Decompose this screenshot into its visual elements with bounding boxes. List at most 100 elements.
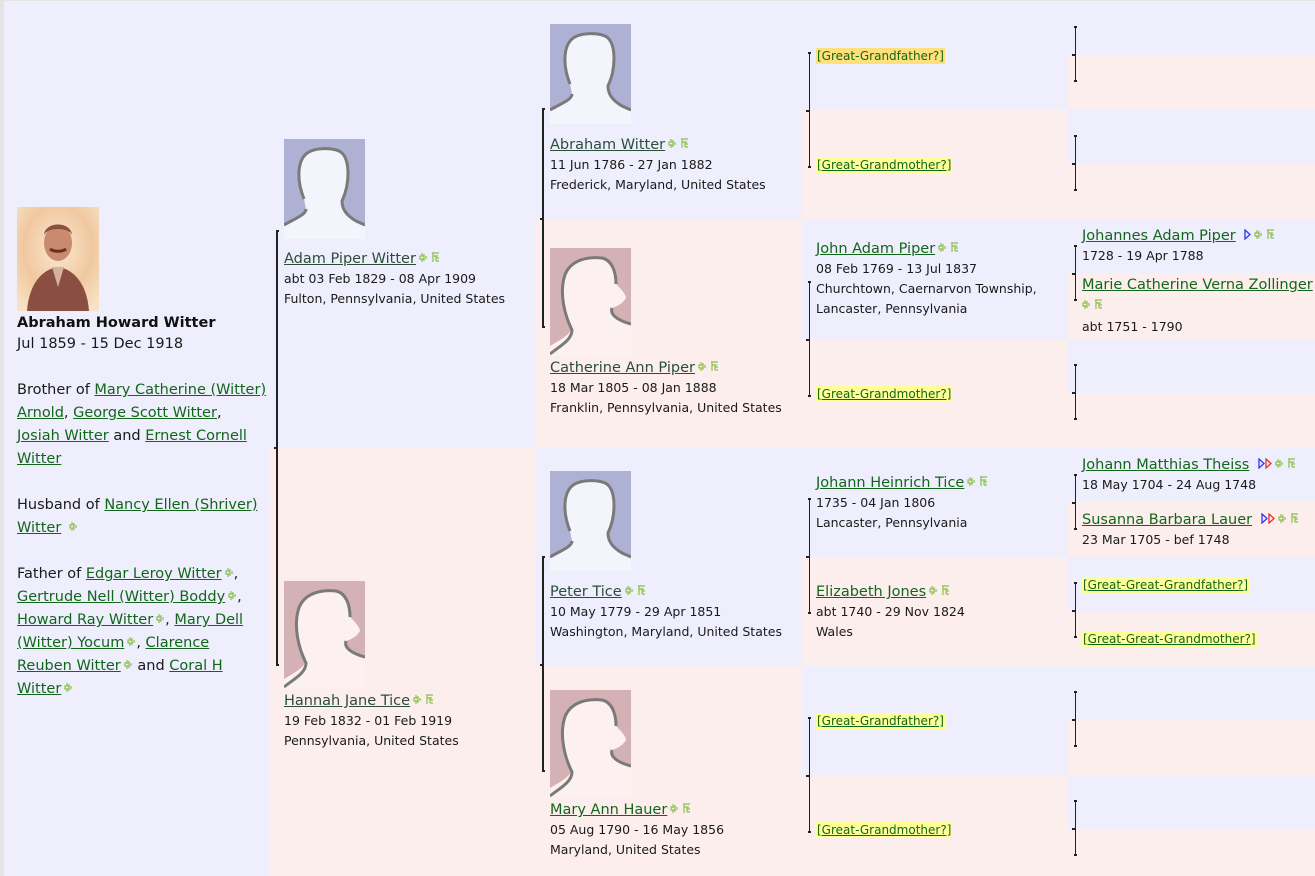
great-grandparent-dates: 1735 - 04 Jan 1806 (816, 495, 936, 510)
family-group-icon[interactable] (698, 361, 707, 372)
gg-grandparent-name-link[interactable]: Susanna Barbara Lauer (1082, 512, 1252, 528)
grandparent-place: Washington, Maryland, United States (550, 624, 782, 639)
more-ancestors-arrow-icon[interactable] (1265, 457, 1272, 469)
mother-photo[interactable] (284, 581, 365, 689)
descendants-tree-icon[interactable] (637, 585, 646, 596)
root-photo[interactable] (17, 207, 99, 311)
comma: , (237, 589, 242, 605)
ggg-bracket (1072, 691, 1077, 747)
family-group-icon[interactable] (929, 585, 938, 596)
more-ancestors-arrow-icon[interactable] (1244, 228, 1252, 240)
ggg-bracket (1072, 800, 1077, 856)
more-ancestors-arrow-icon[interactable] (1258, 457, 1265, 469)
great-grandparent-dates: 08 Feb 1769 - 13 Jul 1837 (816, 261, 977, 276)
ggg-cell (1068, 666, 1315, 720)
root-person: Abraham Howard Witter Jul 1859 - 15 Dec … (17, 313, 267, 701)
grandparent-photo[interactable] (550, 690, 631, 798)
family-group-icon[interactable] (1254, 229, 1263, 240)
descendants-tree-icon[interactable] (710, 361, 719, 372)
unknown-great-grandmother-link[interactable]: [Great-Grandmother?] (816, 386, 953, 402)
brother-label: Brother of (17, 382, 90, 398)
grandparent-person: Abraham Witter 11 Jun 1786 - 27 Jan 1882… (550, 136, 766, 195)
pedigree-chart: Abraham Howard Witter Jul 1859 - 15 Dec … (4, 1, 1315, 876)
root-dates: Jul 1859 - 15 Dec 1918 (17, 336, 184, 352)
father-photo[interactable] (284, 139, 365, 239)
descendants-tree-icon[interactable] (425, 694, 434, 705)
sibling-link[interactable]: George Scott Witter (73, 405, 217, 421)
grandparent-photo[interactable] (550, 248, 631, 356)
descendants-tree-icon[interactable] (1266, 229, 1275, 240)
gg-grandparent-name-link[interactable]: Johann Matthias Theiss (1082, 457, 1249, 473)
great-grandparent-place: Churchtown, Caernarvon Township, (816, 281, 1037, 296)
grandparent-place: Frederick, Maryland, United States (550, 177, 766, 192)
family-group-icon[interactable] (1275, 458, 1284, 469)
family-group-icon[interactable] (668, 138, 677, 149)
children-text: Father of Edgar Leroy Witter, Gertrude N… (17, 563, 267, 701)
grandparent-name-link[interactable]: Abraham Witter (550, 137, 665, 153)
family-group-icon[interactable] (228, 590, 237, 601)
family-group-icon[interactable] (69, 521, 78, 532)
child-link[interactable]: Howard Ray Witter (17, 612, 153, 628)
family-group-icon[interactable] (625, 585, 634, 596)
unknown-great-grandmother-link[interactable]: [Great-Grandmother?] (816, 822, 953, 838)
grandparent-name-link[interactable]: Mary Ann Hauer (550, 802, 667, 818)
grandparent-name-link[interactable]: Catherine Ann Piper (550, 360, 695, 376)
unknown-great-grandmother-link[interactable]: [Great-Grandmother?] (816, 157, 953, 173)
descendants-tree-icon[interactable] (979, 476, 988, 487)
family-group-icon[interactable] (419, 252, 428, 263)
unknown-great-grandfather-link[interactable]: [Great-Grandfather?] (816, 713, 945, 729)
sibling-link[interactable]: Josiah Witter (17, 428, 109, 444)
family-group-icon[interactable] (938, 242, 947, 253)
mother-dates: 19 Feb 1832 - 01 Feb 1919 (284, 713, 453, 728)
family-group-icon[interactable] (156, 613, 165, 624)
more-ancestors-arrow-icon[interactable] (1268, 512, 1275, 524)
great-grandparent-name-link[interactable]: Johann Heinrich Tice (816, 475, 964, 491)
great-grandparent-name-link[interactable]: Elizabeth Jones (816, 584, 926, 600)
descendants-tree-icon[interactable] (1290, 513, 1299, 524)
father-name-link[interactable]: Adam Piper Witter (284, 251, 416, 267)
gg-grandparent-name-link[interactable]: Johannes Adam Piper (1082, 228, 1236, 244)
ggg-cell (1068, 164, 1315, 219)
descendants-tree-icon[interactable] (682, 803, 691, 814)
unknown-gg-grandmother-link[interactable]: [Great-Great-Grandmother?] (1082, 631, 1257, 647)
family-group-icon[interactable] (1082, 299, 1091, 310)
ggg-bracket (1072, 364, 1077, 420)
descendants-tree-icon[interactable] (1094, 299, 1103, 310)
great-grandparent-name-link[interactable]: John Adam Piper (816, 241, 935, 257)
ggg-bracket (1072, 135, 1077, 191)
parents-bracket (274, 230, 279, 666)
gg-grandparent-person: Johann Matthias Theiss 18 May 1704 - 24 … (1082, 456, 1296, 495)
more-ancestors-arrow-icon[interactable] (1261, 512, 1268, 524)
comma: , (63, 405, 69, 421)
and-label: and (113, 428, 141, 444)
child-link[interactable]: Edgar Leroy Witter (86, 566, 222, 582)
descendants-tree-icon[interactable] (431, 252, 440, 263)
grandparent-name-link[interactable]: Peter Tice (550, 584, 622, 600)
gg-grandparent-dates: abt 1751 - 1790 (1082, 319, 1183, 334)
great-grandparent-place: Lancaster, Pennsylvania (816, 301, 968, 316)
family-group-icon[interactable] (124, 659, 133, 670)
descendants-tree-icon[interactable] (1287, 458, 1296, 469)
family-group-icon[interactable] (967, 476, 976, 487)
family-group-icon[interactable] (670, 803, 679, 814)
family-group-icon[interactable] (413, 694, 422, 705)
ggg-bracket (1072, 582, 1077, 638)
grandparent-photo[interactable] (550, 471, 631, 571)
family-group-icon[interactable] (225, 567, 234, 578)
unknown-great-grandfather-link[interactable]: [Great-Grandfather?] (816, 48, 945, 64)
grandparent-dates: 05 Aug 1790 - 16 May 1856 (550, 822, 725, 837)
family-group-icon[interactable] (1278, 513, 1287, 524)
comma: , (233, 566, 239, 582)
family-group-icon[interactable] (127, 636, 136, 647)
descendants-tree-icon[interactable] (941, 585, 950, 596)
unknown-gg-grandfather-link[interactable]: [Great-Great-Grandfather?] (1082, 577, 1250, 593)
descendants-tree-icon[interactable] (950, 242, 959, 253)
ggg-cell (1068, 55, 1315, 110)
gg-grandparent-dates: 18 May 1704 - 24 Aug 1748 (1082, 477, 1257, 492)
gg-grandparent-name-link[interactable]: Marie Catherine Verna Zollinger (1082, 277, 1313, 293)
family-group-icon[interactable] (64, 682, 73, 693)
grandparent-photo[interactable] (550, 24, 631, 124)
descendants-tree-icon[interactable] (680, 138, 689, 149)
child-link[interactable]: Gertrude Nell (Witter) Boddy (17, 589, 225, 605)
mother-name-link[interactable]: Hannah Jane Tice (284, 693, 410, 709)
